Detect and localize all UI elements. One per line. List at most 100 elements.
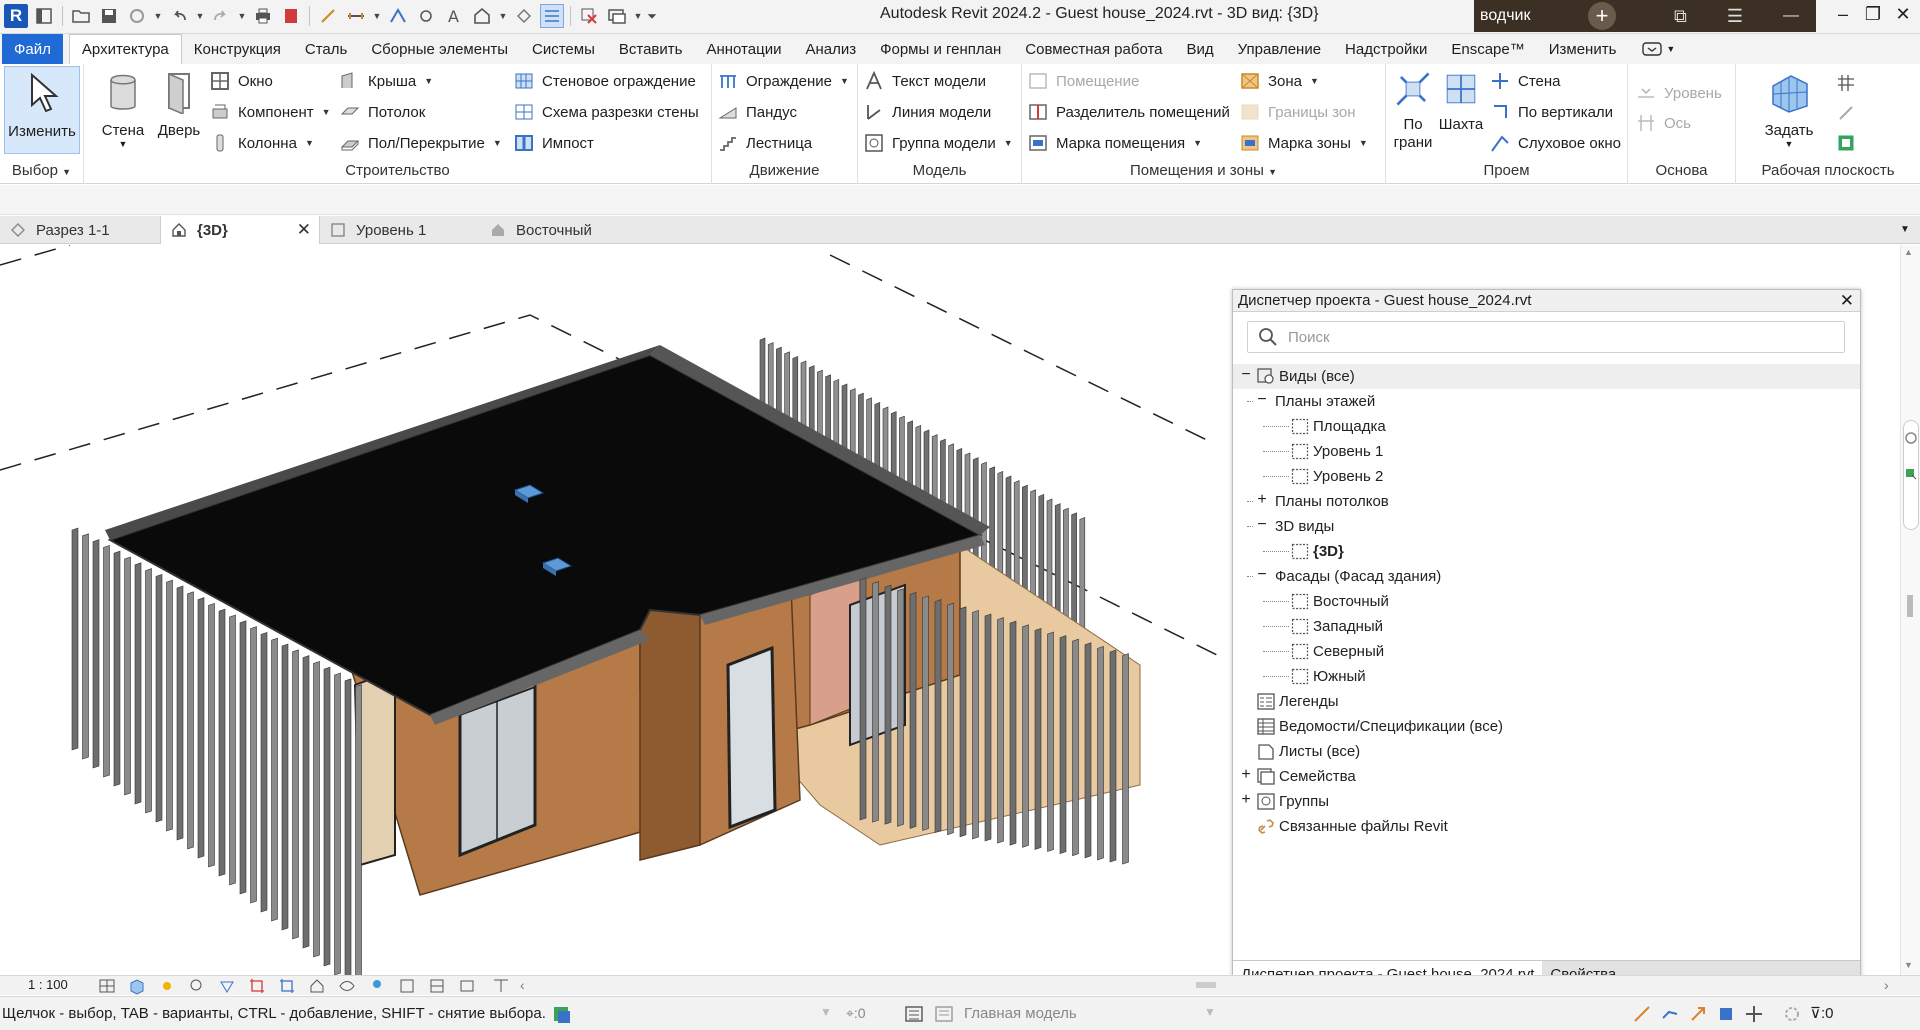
rendering-dialog-icon[interactable] [218, 977, 236, 995]
tab-annotate[interactable]: Аннотации [694, 34, 793, 64]
tree-item[interactable]: −3D виды [1233, 514, 1860, 539]
scroll-down-icon[interactable]: ▼ [1904, 960, 1913, 970]
show-crop-region-icon[interactable] [278, 977, 296, 995]
tree-item[interactable]: Связанные файлы Revit [1233, 814, 1860, 839]
highlight-displacement-icon[interactable] [458, 977, 476, 995]
tree-item[interactable]: Листы (все) [1233, 739, 1860, 764]
sync-icon[interactable] [125, 4, 149, 28]
search-input[interactable]: Поиск [1288, 329, 1330, 346]
home-icon[interactable] [32, 4, 56, 28]
vertical-scrollbar[interactable]: ▲ ▼ [1900, 245, 1920, 975]
close-icon[interactable]: ✕ [1888, 4, 1918, 30]
close-tab-icon[interactable]: ✕ [297, 220, 311, 240]
design-options-icon[interactable] [934, 1005, 954, 1023]
tab-analyze[interactable]: Анализ [793, 34, 868, 64]
select-links-icon[interactable] [1632, 1004, 1652, 1024]
tree-item[interactable]: Легенды [1233, 689, 1860, 714]
model-group-button[interactable]: Группа модели ▼ [864, 130, 1013, 156]
ribbon-display-toggle[interactable]: ▼ [1642, 34, 1675, 64]
view-tab-section[interactable]: Разрез 1-1 [0, 216, 160, 244]
stair-button[interactable]: Лестница [718, 130, 812, 156]
view-scale[interactable]: 1 : 100 [28, 977, 68, 992]
view-tab-3d[interactable]: {3D} ✕ [160, 216, 320, 244]
tab-massing-site[interactable]: Формы и генплан [868, 34, 1013, 64]
ref-plane-button[interactable] [1836, 100, 1864, 126]
zoom-icon[interactable] [1904, 465, 1918, 483]
tab-precast[interactable]: Сборные элементы [359, 34, 520, 64]
room-separator-button[interactable]: Разделитель помещений [1028, 99, 1230, 125]
restore-icon[interactable]: ❐ [1858, 4, 1888, 30]
view-tab-level-1[interactable]: Уровень 1 [320, 216, 480, 244]
level-button[interactable]: Уровень [1636, 80, 1722, 106]
view-tab-east[interactable]: Восточный [480, 216, 640, 244]
model-line-button[interactable]: Линия модели [864, 99, 991, 125]
panel-select-title[interactable]: Выбор ▼ [0, 160, 83, 184]
collapse-icon[interactable]: − [1255, 566, 1269, 584]
tree-item[interactable]: Северный [1233, 639, 1860, 664]
tree-item[interactable]: Восточный [1233, 589, 1860, 614]
scroll-right-icon[interactable]: › [1884, 977, 1889, 993]
measure-icon[interactable] [316, 4, 340, 28]
show-work-plane-button[interactable] [1836, 70, 1864, 96]
dormer-button[interactable]: Слуховое окно [1490, 130, 1621, 156]
collapse-arrow-icon[interactable]: ‹ [520, 977, 525, 993]
active-workset[interactable]: Главная модель [964, 1005, 1077, 1022]
tab-file[interactable]: Файл [2, 34, 63, 64]
project-browser-title-bar[interactable]: Диспетчер проекта - Guest house_2024.rvt… [1233, 290, 1860, 312]
tab-modify[interactable]: Изменить [1537, 34, 1629, 64]
drag-elements-icon[interactable] [1744, 1004, 1764, 1024]
section-icon[interactable] [512, 4, 536, 28]
tree-item[interactable]: {3D} [1233, 539, 1860, 564]
editing-requests-icon[interactable] [904, 1005, 924, 1023]
save-icon[interactable] [97, 4, 121, 28]
undo-icon[interactable] [167, 4, 191, 28]
tree-item[interactable]: + Планы потолков [1233, 489, 1860, 514]
set-work-plane-button[interactable]: Задать ▼ [1756, 66, 1822, 154]
curtain-system-button[interactable]: Стеновое ограждение [514, 68, 696, 94]
room-button[interactable]: Помещение [1028, 68, 1139, 94]
horizontal-scroll-thumb[interactable] [1196, 982, 1216, 988]
default-3d-view-icon[interactable] [470, 4, 494, 28]
tab-insert[interactable]: Вставить [607, 34, 695, 64]
customize-toolbar-icon[interactable]: ⏷ [647, 9, 657, 24]
steering-wheel-icon[interactable] [1904, 429, 1918, 447]
ceiling-button[interactable]: Потолок [340, 99, 425, 125]
tree-item[interactable]: Ведомости/Спецификации (все) [1233, 714, 1860, 739]
tree-item[interactable]: Южный [1233, 664, 1860, 689]
area-button[interactable]: Зона ▼ [1240, 68, 1319, 94]
workset-dropdown-icon[interactable]: ▼ [820, 1005, 832, 1019]
mullion-button[interactable]: Импост [514, 130, 594, 156]
column-button[interactable]: Колонна ▼ [210, 130, 314, 156]
modify-button[interactable]: Изменить [4, 66, 80, 154]
tag-icon[interactable] [414, 4, 438, 28]
tree-item[interactable]: Уровень 2 [1233, 464, 1860, 489]
model-text-button[interactable]: Текст модели [864, 68, 986, 94]
redo-icon[interactable] [209, 4, 233, 28]
lock-3d-view-icon[interactable] [308, 977, 326, 995]
menu-icon[interactable]: ☰ [1727, 6, 1743, 27]
expand-icon[interactable]: + [1255, 491, 1269, 509]
collapse-icon[interactable]: − [1255, 391, 1269, 409]
print-icon[interactable] [251, 4, 275, 28]
tab-view[interactable]: Вид [1175, 34, 1226, 64]
shaft-button[interactable]: Шахта [1436, 66, 1486, 154]
select-pinned-icon[interactable] [1688, 1004, 1708, 1024]
wall-button[interactable]: Стена ▼ [92, 66, 154, 154]
tab-enscape[interactable]: Enscape™ [1439, 34, 1536, 64]
copy-icon[interactable]: ⧉ [1674, 6, 1687, 27]
crop-view-icon[interactable] [248, 977, 266, 995]
area-boundary-button[interactable]: Границы зон [1240, 99, 1356, 125]
tree-item[interactable]: − Фасады (Фасад здания) [1233, 564, 1860, 589]
switch-windows-icon[interactable] [605, 4, 629, 28]
minimize-icon[interactable]: – [1828, 4, 1858, 30]
tree-item[interactable]: − Виды (все) [1233, 364, 1860, 389]
tree-item[interactable]: + Группы [1233, 789, 1860, 814]
revit-logo[interactable]: R [4, 4, 28, 28]
workset-select-dropdown-icon[interactable]: ▼ [1204, 1005, 1216, 1019]
scroll-up-icon[interactable]: ▲ [1904, 247, 1913, 257]
user-name[interactable]: водчик [1474, 7, 1574, 25]
panel-room-area-title[interactable]: Помещения и зоны ▼ [1022, 160, 1385, 184]
add-icon[interactable]: + [1588, 2, 1616, 30]
filter-count[interactable]: ⊽:0 [1810, 1004, 1834, 1022]
tree-item[interactable]: Площадка [1233, 414, 1860, 439]
